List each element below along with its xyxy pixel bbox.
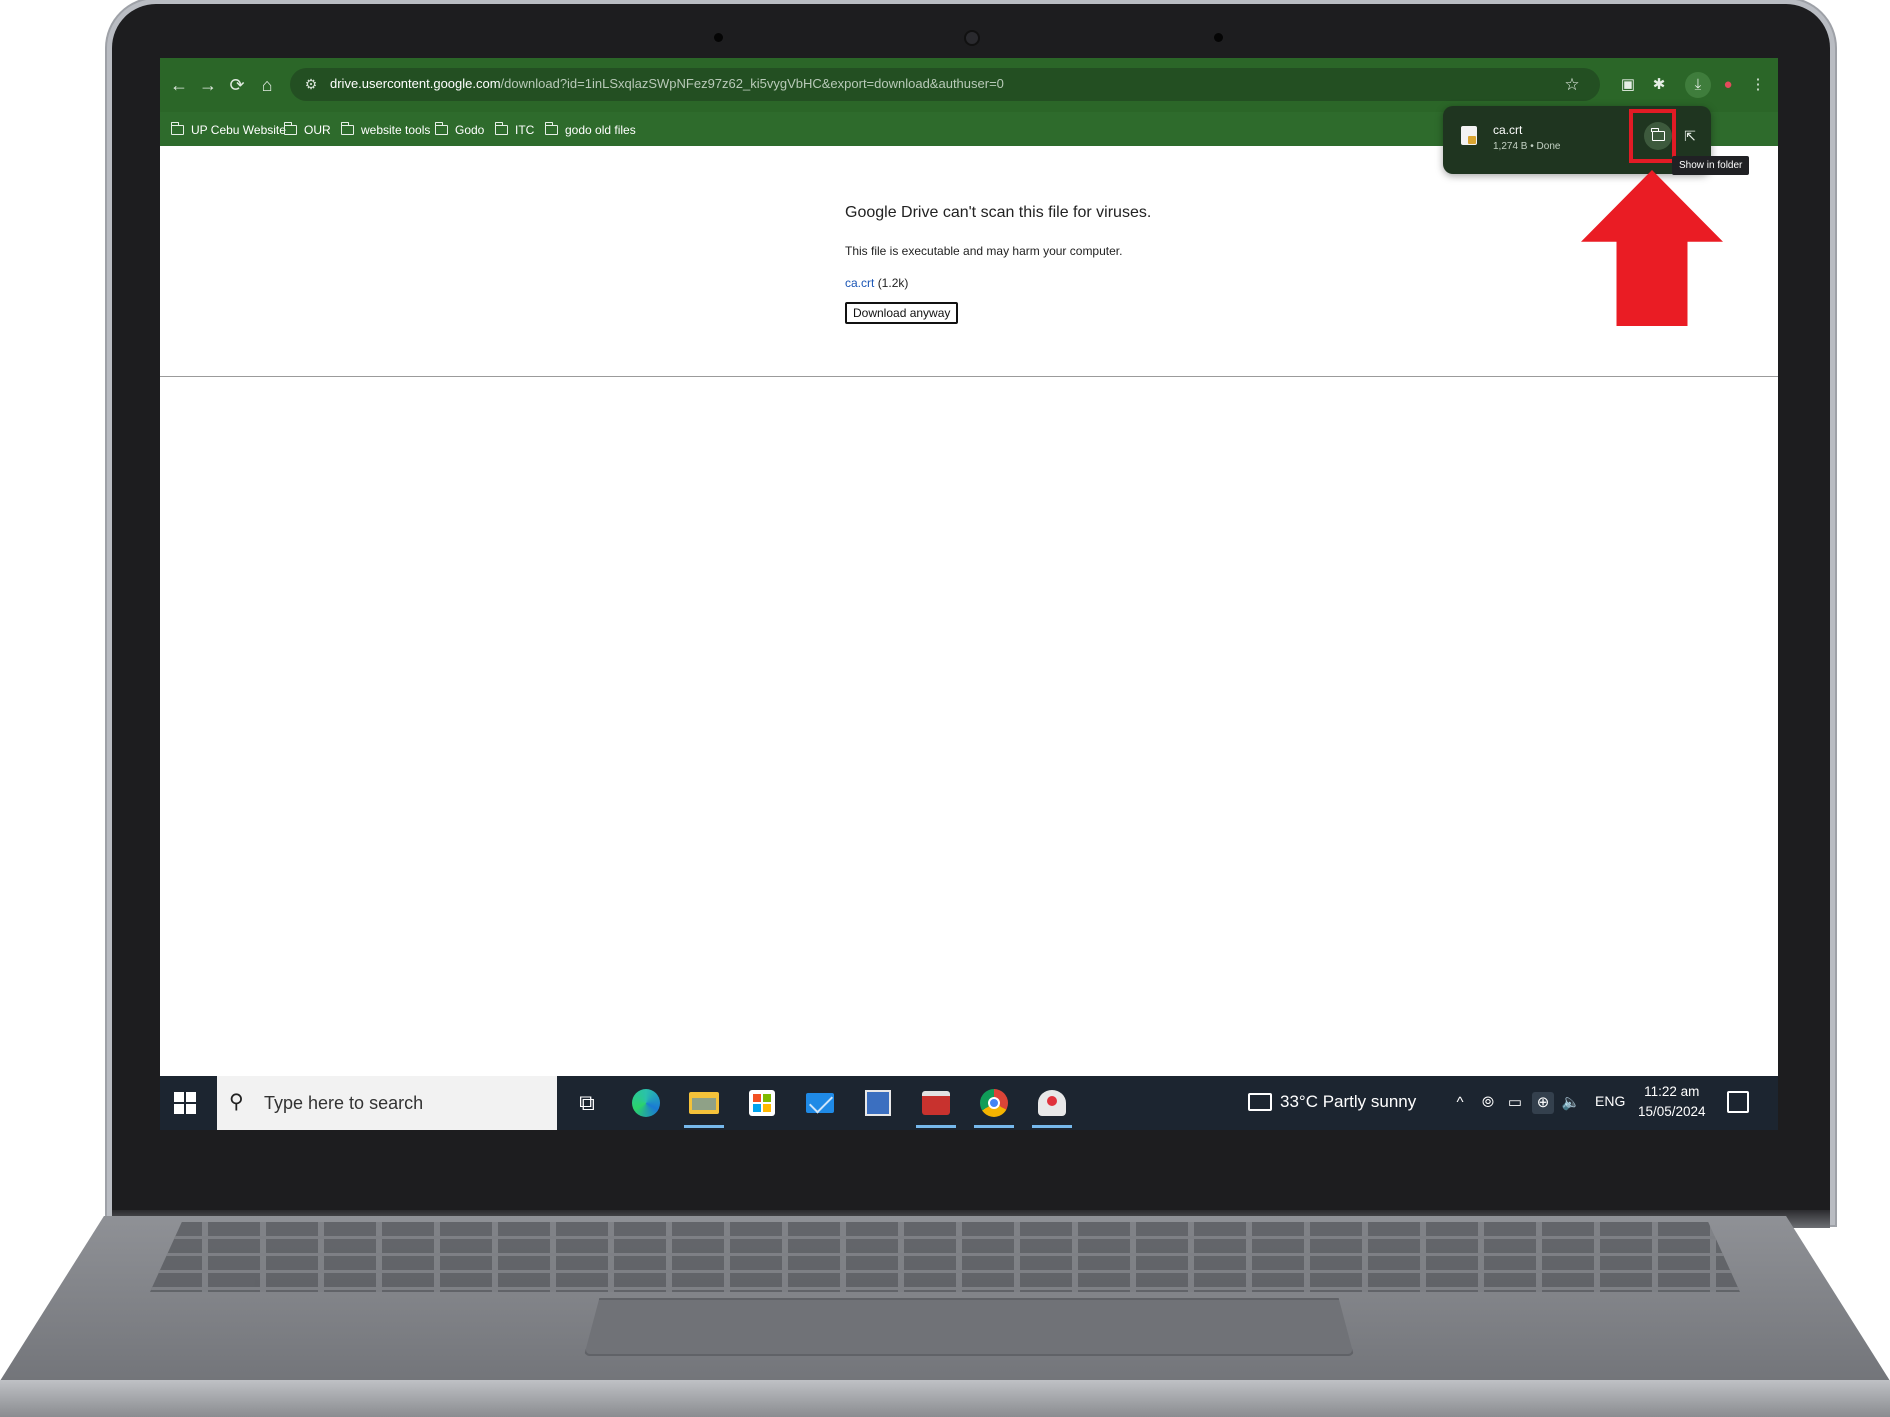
clock[interactable]: 11:22 am 15/05/2024 — [1638, 1082, 1706, 1122]
browser-toolbar: ← → ⟳ ⌂ ⚙ drive.usercontent.google.com/d… — [160, 58, 1778, 112]
file-explorer-icon[interactable] — [684, 1086, 724, 1128]
reload-icon[interactable]: ⟳ — [225, 73, 249, 97]
toolbox-app-icon[interactable] — [916, 1086, 956, 1128]
home-icon[interactable]: ⌂ — [255, 73, 279, 97]
folder-icon — [434, 122, 448, 135]
meet-now-icon[interactable]: ⦾ — [1477, 1092, 1499, 1114]
bookmark-website-tools[interactable]: website tools — [340, 120, 431, 140]
bookmark-label: godo old files — [565, 123, 636, 137]
sensor-dot — [714, 33, 723, 42]
weather-widget[interactable]: 33°C Partly sunny — [1248, 1092, 1416, 1112]
folder-icon — [283, 122, 297, 135]
input-language[interactable]: ENG — [1595, 1093, 1625, 1109]
bookmark-up-cebu[interactable]: UP Cebu Website — [170, 120, 286, 140]
download-file-name[interactable]: ca.crt — [1493, 123, 1522, 137]
virus-warning: Google Drive can't scan this file for vi… — [845, 204, 1151, 324]
download-anyway-button[interactable]: Download anyway — [845, 302, 959, 324]
taskbar-search[interactable]: ⚲ Type here to search — [217, 1076, 557, 1130]
certificate-file-icon — [1461, 126, 1477, 145]
notifications-icon[interactable] — [1727, 1091, 1749, 1113]
bookmark-label: website tools — [361, 123, 431, 137]
chrome-icon[interactable] — [974, 1086, 1014, 1128]
bookmark-godo-old-files[interactable]: godo old files — [544, 120, 636, 140]
page-content: Google Drive can't scan this file for vi… — [160, 146, 1778, 1076]
weather-text: 33°C Partly sunny — [1280, 1092, 1417, 1111]
folder-icon — [494, 122, 508, 135]
trackpad — [584, 1298, 1354, 1356]
file-size: (1.2k) — [877, 276, 909, 290]
profile-avatar[interactable]: ● — [1715, 72, 1741, 98]
address-bar[interactable]: ⚙ drive.usercontent.google.com/download?… — [290, 68, 1600, 101]
site-info-icon[interactable]: ⚙ — [300, 73, 322, 95]
bookmark-label: OUR — [304, 123, 331, 137]
task-view-icon[interactable]: ⧉ — [567, 1086, 607, 1120]
bookmark-label: ITC — [515, 123, 535, 137]
bookmark-label: Godo — [455, 123, 485, 137]
windows-start-button[interactable] — [174, 1092, 196, 1114]
clock-time: 11:22 am — [1644, 1084, 1700, 1099]
search-icon: ⚲ — [229, 1091, 244, 1113]
back-icon[interactable]: ← — [167, 73, 191, 97]
download-status: 1,274 B • Done — [1493, 141, 1561, 152]
show-hidden-icons-chevron-icon[interactable]: ^ — [1449, 1092, 1471, 1114]
highlight-box — [1629, 109, 1676, 163]
warning-title: Google Drive can't scan this file for vi… — [845, 204, 1152, 221]
bookmark-star-icon[interactable]: ☆ — [1560, 73, 1584, 97]
bookmark-label: UP Cebu Website — [191, 123, 286, 137]
file-link[interactable]: ca.crt — [845, 276, 874, 290]
folder-icon — [340, 122, 354, 135]
file-info: ca.crt (1.2k) — [845, 276, 1151, 290]
battery-icon[interactable]: ▭ — [1504, 1092, 1526, 1114]
network-tool-icon[interactable] — [858, 1086, 898, 1120]
sensor-dot — [1214, 33, 1223, 42]
menu-icon[interactable]: ⋮ — [1745, 72, 1771, 98]
open-external-icon[interactable]: ⇱ — [1678, 124, 1702, 148]
edge-icon[interactable] — [626, 1086, 666, 1120]
url-path: /download?id=1inLSxqlazSWpNFez97z62_ki5v… — [500, 76, 1004, 91]
clock-date: 15/05/2024 — [1638, 1104, 1706, 1119]
laptop-base-edge — [0, 1380, 1890, 1417]
url-host: drive.usercontent.google.com — [330, 76, 501, 91]
bookmark-godo[interactable]: Godo — [434, 120, 485, 140]
microsoft-store-icon[interactable] — [742, 1086, 782, 1120]
snipping-tool-icon[interactable] — [1032, 1086, 1072, 1128]
bookmark-itc[interactable]: ITC — [494, 120, 535, 140]
volume-icon[interactable]: 🔈 — [1560, 1092, 1582, 1114]
bookmark-our[interactable]: OUR — [283, 120, 331, 140]
network-globe-icon[interactable]: ⊕ — [1532, 1092, 1554, 1114]
url-text[interactable]: drive.usercontent.google.com/download?id… — [330, 76, 1004, 91]
warning-subtitle: This file is executable and may harm you… — [845, 244, 1123, 258]
mail-icon[interactable] — [800, 1086, 840, 1120]
folder-icon — [170, 122, 184, 135]
divider — [160, 376, 1778, 377]
downloads-icon[interactable]: ⤓ — [1685, 72, 1711, 98]
taskbar: ⚲ Type here to search ⧉ 33°C Partly sunn… — [160, 1076, 1778, 1130]
screen: ← → ⟳ ⌂ ⚙ drive.usercontent.google.com/d… — [160, 58, 1778, 1130]
screenshot-extension-icon[interactable]: ▣ — [1615, 72, 1641, 98]
folder-icon — [544, 122, 558, 135]
webcam — [964, 30, 980, 46]
extensions-icon[interactable]: ✱ — [1646, 72, 1672, 98]
forward-icon[interactable]: → — [196, 73, 220, 97]
show-in-folder-tooltip: Show in folder — [1672, 156, 1750, 175]
keyboard-rows — [150, 1222, 1740, 1292]
search-placeholder: Type here to search — [264, 1093, 424, 1113]
news-icon — [1248, 1093, 1272, 1111]
